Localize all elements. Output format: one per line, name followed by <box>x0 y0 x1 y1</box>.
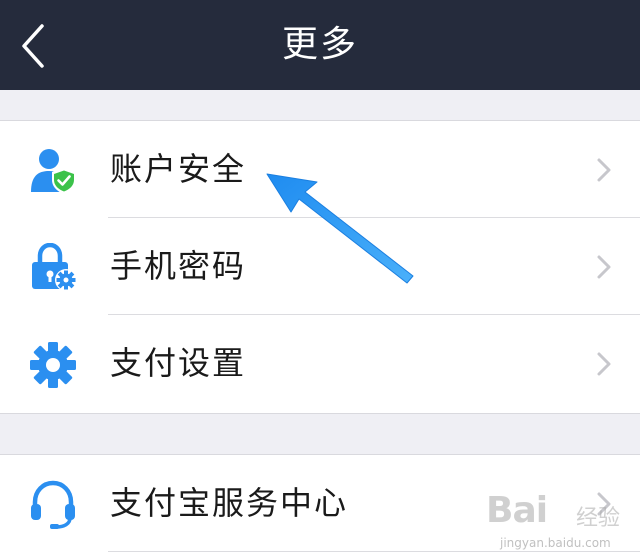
navigation-bar: 更多 <box>0 0 640 90</box>
chevron-right-icon <box>597 492 611 516</box>
chevron-right-icon <box>597 158 611 182</box>
list-item-phone-password[interactable]: 手机密码 <box>0 218 640 315</box>
list-item-service-center[interactable]: 支付宝服务中心 <box>0 455 640 552</box>
phone-password-icon <box>28 242 78 293</box>
row-divider <box>108 551 640 552</box>
list-item-label: 支付设置 <box>110 344 247 382</box>
list-item-label: 账户安全 <box>110 150 247 188</box>
account-security-icon <box>28 146 78 196</box>
headset-service-icon <box>28 480 78 530</box>
chevron-right-icon <box>597 352 611 376</box>
list-item-label: 手机密码 <box>110 247 247 285</box>
settings-group-service: 支付宝服务中心 <box>0 454 640 560</box>
page-title: 更多 <box>281 24 358 65</box>
chevron-right-icon <box>597 255 611 279</box>
settings-group-primary: 账户安全 手机密码 支付设置 <box>0 120 640 414</box>
list-item-label: 支付宝服务中心 <box>110 484 349 522</box>
list-item-account-security[interactable]: 账户安全 <box>0 121 640 218</box>
payment-settings-gear-icon <box>28 340 78 390</box>
list-item-payment-settings[interactable]: 支付设置 <box>0 315 640 412</box>
